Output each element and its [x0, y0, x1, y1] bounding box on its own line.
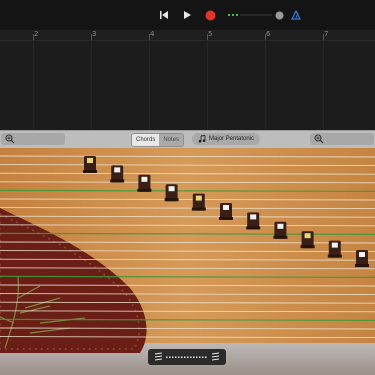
string-bridge	[110, 165, 125, 183]
volume-slider-knob[interactable]	[273, 8, 285, 22]
metronome-icon	[291, 10, 301, 20]
ruler-tick	[33, 34, 34, 40]
ruler-mark: 4	[150, 30, 155, 38]
zoom-icon	[5, 134, 15, 144]
track-area[interactable]	[0, 41, 375, 130]
ruler-mark: 6	[266, 30, 271, 38]
scale-selector[interactable]: Major Pentatonic	[192, 133, 261, 145]
record-button[interactable]	[203, 8, 217, 22]
guzheng-soundboard	[0, 148, 375, 375]
string-bridge	[164, 184, 179, 202]
metronome-button[interactable]	[290, 8, 302, 22]
record-icon	[205, 10, 215, 20]
ruler-mark: 3	[92, 30, 97, 38]
ruler-tick	[265, 34, 266, 40]
chords-tab[interactable]: Chords	[132, 134, 160, 146]
play-icon	[184, 11, 191, 19]
play-button[interactable]	[180, 8, 194, 22]
rewind-to-start-icon	[160, 11, 168, 19]
ruler-mark: 5	[208, 30, 213, 38]
guzheng-instrument[interactable]	[0, 148, 375, 375]
ruler-tick	[207, 34, 208, 40]
string-bridge	[191, 193, 206, 211]
grid-line	[323, 41, 324, 130]
string-bridge	[273, 221, 288, 239]
string-bridge	[355, 250, 369, 267]
string-bridge	[300, 231, 315, 249]
chords-notes-toggle: Chords Notes	[131, 133, 185, 147]
ruler-mark: 2	[34, 30, 39, 38]
string-bridge	[246, 212, 261, 230]
keyboard-drag-handle[interactable]	[148, 349, 226, 365]
music-note-icon	[198, 135, 206, 143]
grid-line	[265, 41, 266, 130]
transport-bar	[0, 0, 375, 30]
ruler-mark: 7	[324, 30, 329, 38]
ruler-tick	[149, 34, 150, 40]
string-bridge	[137, 174, 152, 192]
zoom-left-button[interactable]	[1, 133, 65, 145]
string-bridge	[219, 203, 233, 220]
timeline-ruler[interactable]: 2 3 4 5 6 7	[0, 30, 375, 41]
level-meter	[228, 8, 272, 22]
ruler-tick	[91, 34, 92, 40]
zoom-icon	[314, 134, 324, 144]
grid-line	[149, 41, 150, 130]
rewind-button[interactable]	[157, 8, 171, 22]
grid-line	[207, 41, 208, 130]
string-bridge	[83, 156, 97, 173]
notes-tab[interactable]: Notes	[159, 134, 184, 146]
string-bridge	[327, 240, 342, 258]
strings-handle-icon	[154, 352, 220, 361]
grid-line	[91, 41, 92, 130]
ruler-tick	[323, 34, 324, 40]
instrument-control-bar: Chords Notes Major Pentatonic	[0, 130, 375, 148]
scale-label: Major Pentatonic	[209, 136, 255, 142]
zoom-right-button[interactable]	[310, 133, 374, 145]
grid-line	[33, 41, 34, 130]
